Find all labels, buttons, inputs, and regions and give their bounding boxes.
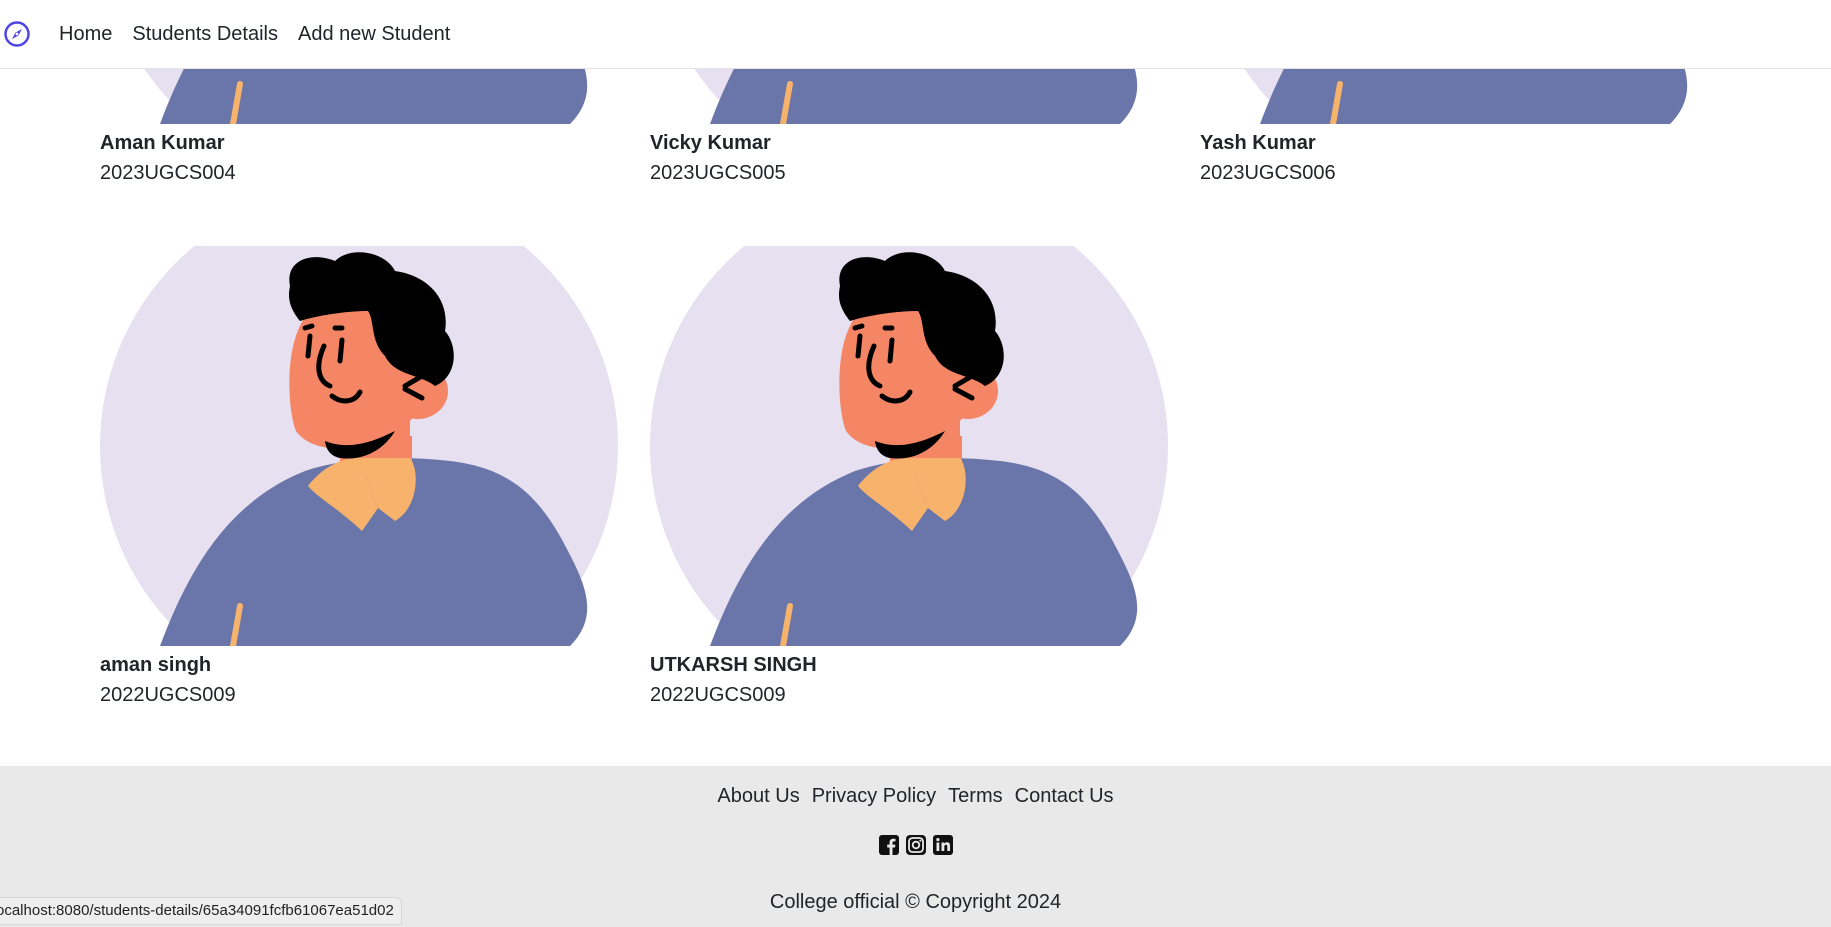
- student-name: Vicky Kumar: [650, 132, 771, 154]
- instagram-icon[interactable]: [905, 834, 927, 856]
- student-id: 2023UGCS006: [1200, 162, 1336, 184]
- student-avatar-image: [650, 246, 1170, 646]
- footer-contact-us-link[interactable]: Contact Us: [1015, 782, 1114, 810]
- student-id: 2023UGCS004: [100, 162, 236, 184]
- student-name: UTKARSH SINGH: [650, 654, 817, 676]
- student-card[interactable]: aman singh 2022UGCS009: [100, 246, 620, 708]
- social-icons: [0, 834, 1831, 856]
- nav-home-link[interactable]: Home: [59, 20, 112, 48]
- linkedin-icon[interactable]: [932, 834, 954, 856]
- facebook-icon[interactable]: [878, 834, 900, 856]
- footer-terms-link[interactable]: Terms: [948, 782, 1002, 810]
- student-id: 2022UGCS009: [650, 684, 786, 706]
- nav-links: Home Students Details Add new Student: [59, 20, 450, 48]
- footer-privacy-policy-link[interactable]: Privacy Policy: [812, 782, 936, 810]
- student-avatar-image: [100, 246, 620, 646]
- student-card[interactable]: UTKARSH SINGH 2022UGCS009: [650, 246, 1170, 708]
- student-id: 2022UGCS009: [100, 684, 236, 706]
- footer-about-us-link[interactable]: About Us: [717, 782, 799, 810]
- browser-status-url: ocalhost:8080/students-details/65a34091f…: [0, 897, 402, 925]
- page: Home Students Details Add new Student Am…: [0, 0, 1831, 927]
- navbar: Home Students Details Add new Student: [0, 0, 1831, 69]
- student-name: Yash Kumar: [1200, 132, 1316, 154]
- nav-add-new-student-link[interactable]: Add new Student: [298, 20, 450, 48]
- student-id: 2023UGCS005: [650, 162, 786, 184]
- student-name: aman singh: [100, 654, 212, 676]
- compass-icon[interactable]: [3, 20, 31, 48]
- footer-links: About Us Privacy Policy Terms Contact Us: [0, 782, 1831, 810]
- student-name: Aman Kumar: [100, 132, 225, 154]
- nav-students-details-link[interactable]: Students Details: [132, 20, 278, 48]
